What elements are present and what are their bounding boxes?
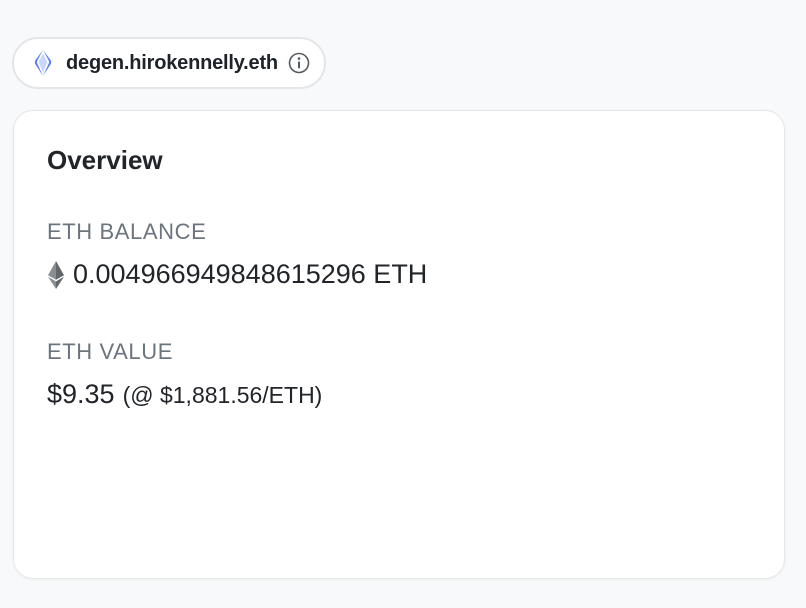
overview-card: Overview ETH BALANCE 0.00496694984861529… [13,110,785,579]
info-icon[interactable] [288,52,310,74]
eth-balance-value: 0.004966949848615296 ETH [73,259,428,289]
eth-balance-row: 0.004966949848615296 ETH [47,259,427,290]
ens-logo-icon [30,49,56,77]
eth-value-usd: $9.35 [47,379,115,409]
eth-value-row: $9.35 (@ $1,881.56/ETH) [47,379,322,410]
ens-name-badge[interactable]: degen.hirokennelly.eth [12,37,326,89]
eth-price-rate: (@ $1,881.56/ETH) [122,382,323,408]
eth-value-label: ETH VALUE [47,339,174,364]
ethereum-icon [47,260,65,290]
eth-balance-label: ETH BALANCE [47,219,207,244]
overview-title: Overview [47,145,163,175]
ens-name-label: degen.hirokennelly.eth [66,51,278,74]
